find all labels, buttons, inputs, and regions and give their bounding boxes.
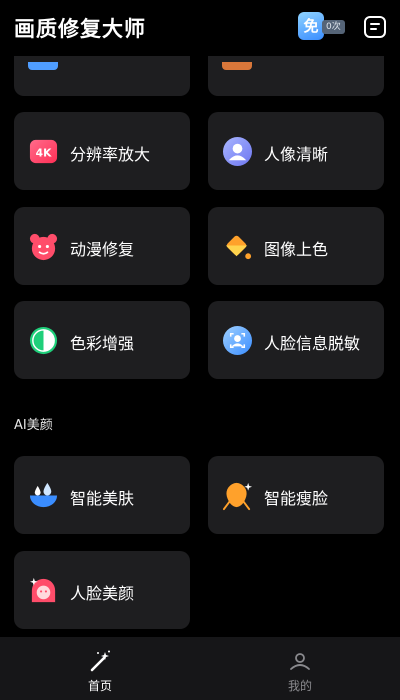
feature-card-portrait-clear[interactable]: 人像清晰 [208, 112, 384, 190]
profile-icon [290, 653, 310, 670]
free-uses-badge[interactable]: 免 0次 [298, 12, 348, 40]
svg-text:4K: 4K [36, 146, 52, 159]
feature-label: 智能瘦脸 [264, 489, 329, 508]
feature-label: 人像清晰 [264, 145, 329, 164]
magic-wand-icon [90, 650, 110, 672]
feature-card-color-enhance[interactable]: 色彩增强 [14, 301, 190, 379]
app-title: 画质修复大师 [14, 17, 146, 41]
feature-card-colorize[interactable]: 图像上色 [208, 207, 384, 285]
tab-home-label: 首页 [87, 679, 112, 693]
menu-icon[interactable] [364, 16, 386, 38]
feature-label: 分辨率放大 [70, 145, 151, 164]
feature-label: 智能美肤 [70, 489, 135, 508]
feature-label: 图像上色 [264, 240, 329, 259]
skin-drop-icon [29, 482, 58, 508]
feature-label: 动漫修复 [70, 240, 135, 259]
bottom-tab-bar: 首页 我的 [0, 637, 400, 700]
beauty-face-icon [29, 577, 56, 603]
scrolled-card-right[interactable] [208, 56, 384, 96]
scrolled-card-left[interactable] [14, 56, 190, 96]
paint-bucket-icon [225, 235, 252, 260]
feature-card-anime-repair[interactable]: 动漫修复 [14, 207, 190, 285]
slim-face-icon [222, 482, 253, 511]
feature-label: 人脸信息脱敏 [264, 334, 361, 353]
face-scan-icon [222, 325, 253, 356]
contrast-icon [29, 326, 58, 355]
tab-mine-label: 我的 [287, 679, 312, 693]
tab-mine[interactable]: 我的 [200, 637, 400, 700]
section-title-ai-beauty: AI美颜 [14, 418, 53, 433]
feature-card-smart-skin[interactable]: 智能美肤 [14, 456, 190, 534]
feature-label: 人脸美颜 [70, 584, 135, 603]
feature-card-resolution-upscale[interactable]: 4K 分辨率放大 [14, 112, 190, 190]
free-icon: 免 [298, 12, 324, 40]
feature-label: 色彩增强 [70, 334, 135, 353]
feature-card-face-beauty[interactable]: 人脸美颜 [14, 551, 190, 629]
portrait-icon [222, 136, 253, 167]
feature-card-face-desensitize[interactable]: 人脸信息脱敏 [208, 301, 384, 379]
4k-icon: 4K [29, 139, 58, 164]
free-count: 0次 [322, 20, 345, 34]
feature-card-smart-slim-face[interactable]: 智能瘦脸 [208, 456, 384, 534]
app-header: 画质修复大师 免 0次 [0, 0, 400, 56]
tab-home[interactable]: 首页 [0, 637, 200, 700]
bear-icon [29, 233, 58, 261]
